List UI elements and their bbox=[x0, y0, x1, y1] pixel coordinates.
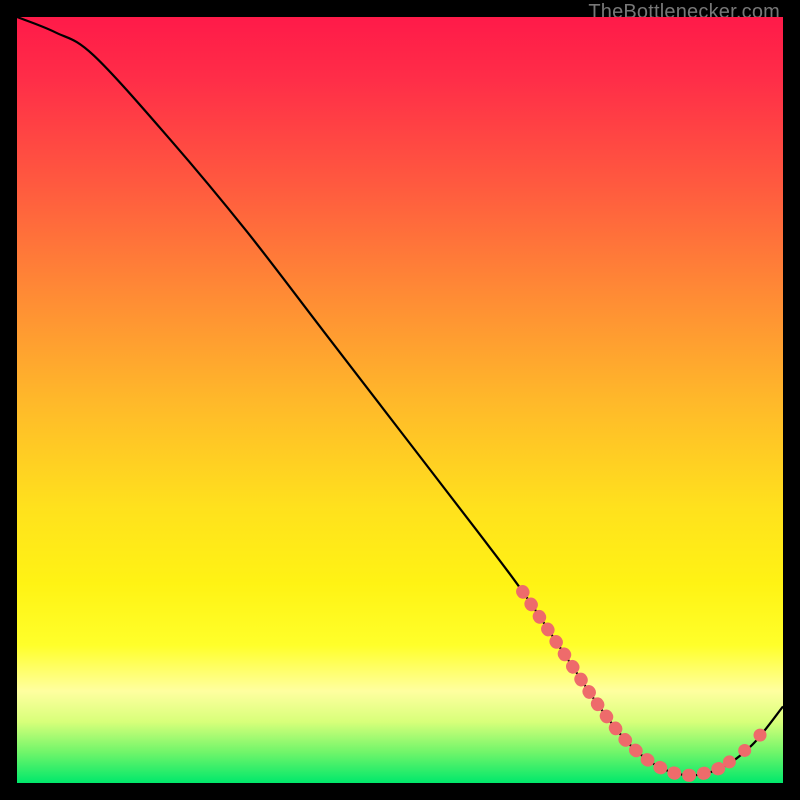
curve-svg bbox=[17, 17, 783, 783]
highlight-dot bbox=[754, 729, 767, 742]
highlight-dot bbox=[723, 755, 736, 768]
plot-area bbox=[17, 17, 783, 783]
bottleneck-curve bbox=[17, 17, 783, 775]
highlight-segment bbox=[523, 592, 722, 776]
highlight-dot bbox=[738, 744, 751, 757]
chart-stage: TheBottlenecker.com bbox=[0, 0, 800, 800]
